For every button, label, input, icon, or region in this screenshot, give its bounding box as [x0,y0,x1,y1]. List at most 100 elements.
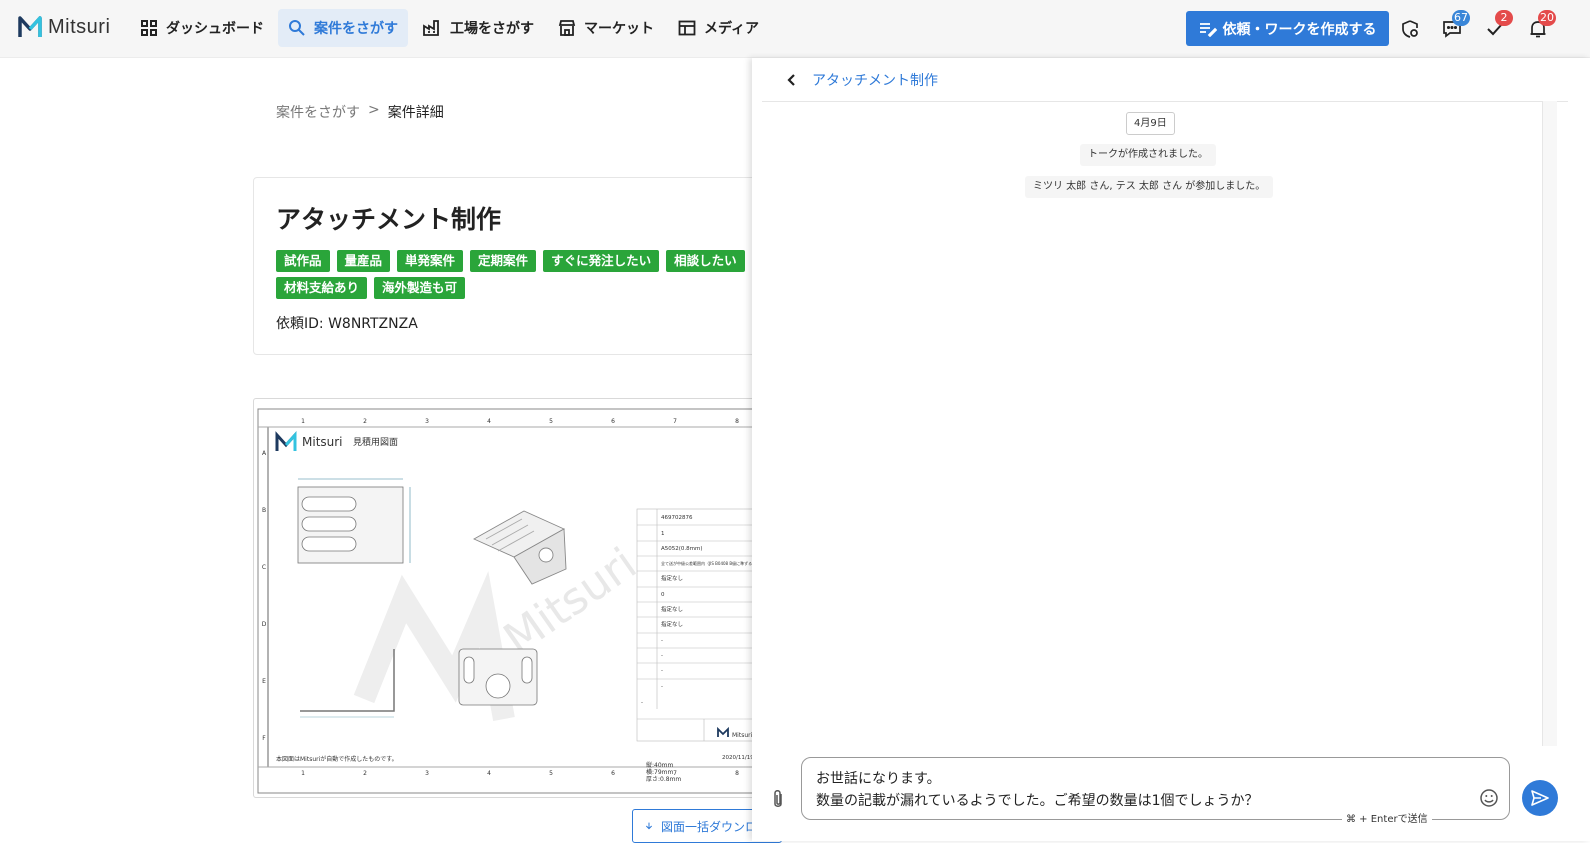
chat-panel: アタッチメント制作 4月9日 トークが作成されました。 ミツリ 太郎 さん, テ… [752,58,1590,841]
col-label-6: 6 [611,418,615,425]
create-request-button[interactable]: 依頼・ワークを作成する [1186,11,1389,46]
tag-prototype: 試作品 [276,250,330,272]
search-icon [289,20,305,36]
col-label-8: 8 [735,418,739,425]
col-label-2-bottom: 2 [363,770,367,777]
tb-value-2: A5052(0.8mm) [661,546,703,552]
bottom-view [458,648,538,706]
nav-find-projects-label: 案件をさがす [314,21,398,37]
paperclip-icon[interactable] [771,788,791,810]
project-title: アタッチメント制作 [276,205,502,234]
tag-material-supplied: 材料支給あり [276,277,368,299]
system-message-joined: ミツリ 太郎 さん, テス 太郎 さん が参加しました。 [1025,176,1274,198]
store-icon [558,20,576,36]
row-label-b: B [262,507,266,514]
tb-value-6: 指定なし [661,605,683,613]
breadcrumb-current: 案件詳細 [387,105,444,121]
drawing-mitsuri-logo: Mitsuri 見積用図面 [275,431,398,451]
breadcrumb-separator: > [368,102,380,118]
main-nav: ダッシュボード 案件をさがす 工場をさがす マーケット メディア [130,9,773,47]
col-label-6-bottom: 6 [611,770,615,777]
breadcrumb-parent-link[interactable]: 案件をさがす [276,102,360,122]
mitsuri-logo-icon [18,16,42,37]
row-label-d: D [262,621,267,628]
project-tags: 試作品 量産品 単発案件 定期案件 すぐに発注したい 相談したい 材料支給あり … [276,250,766,304]
bell-icon[interactable]: 20 [1527,10,1556,40]
dims-width: 横:79mm [646,768,674,776]
col-label-3-bottom: 3 [425,770,429,777]
col-label-5-bottom: 5 [549,770,553,777]
chat-header: アタッチメント制作 [762,58,1568,102]
tb-value-9: - [661,653,663,659]
edit-list-icon [1199,22,1217,37]
drawing-heading: 見積用図面 [353,436,398,448]
tag-overseas-ok: 海外製造も可 [374,277,466,299]
nav-media[interactable]: メディア [668,9,769,47]
emoji-icon[interactable] [1479,788,1499,808]
row-label-c: C [262,564,266,571]
chat-title-link[interactable]: アタッチメント制作 [812,70,938,90]
tb-date: 2020/11/19 [722,755,754,761]
drawing-preview[interactable]: 1 2 3 4 5 6 7 8 1 2 3 4 5 6 7 8 A B C D … [253,398,773,798]
nav-media-label: メディア [704,21,760,37]
nav-dashboard-label: ダッシュボード [166,21,264,37]
factory-icon [423,20,439,36]
app-name: Mitsuri [48,15,111,38]
nav-find-projects[interactable]: 案件をさがす [278,9,408,47]
tb-value-8: - [661,638,663,644]
send-button[interactable] [1522,780,1558,816]
row-label-a: A [262,450,267,457]
drawing-logo-text: Mitsuri [302,435,343,449]
tag-order-now: すぐに発注したい [543,250,660,272]
system-message-created: トークが作成されました。 [1080,144,1216,166]
tb-value-1: 1 [661,531,665,537]
tb-value-7: 指定なし [661,620,683,628]
tb-value-12: - [641,700,643,706]
technical-drawing: 1 2 3 4 5 6 7 8 1 2 3 4 5 6 7 8 A B C D … [257,408,772,794]
dims-height: 縦:40mm [646,761,674,769]
tag-one-off: 単発案件 [397,250,464,272]
tb-value-5: 0 [661,592,665,598]
request-id: 依頼ID: W8NRTZNZA [276,316,418,332]
breadcrumb: 案件をさがす > 案件詳細 [276,102,444,122]
nav-find-factories[interactable]: 工場をさがす [412,9,544,47]
col-label-1: 1 [301,418,305,425]
tb-stamp-logo: Mitsuri [732,732,753,739]
top-header: Mitsuri ダッシュボード 案件をさがす 工場をさがす マーケット メディア… [0,0,1590,58]
chat-scrollbar[interactable] [1542,101,1557,746]
nav-market[interactable]: マーケット [548,9,664,47]
nav-dashboard[interactable]: ダッシュボード [130,9,274,47]
tb-value-10: - [661,668,663,674]
tag-recurring: 定期案件 [470,250,537,272]
chat-date-divider: 4月9日 [1126,112,1175,135]
tag-mass-production: 量産品 [336,250,391,272]
col-label-7: 7 [673,418,677,425]
col-label-8-bottom: 8 [735,770,739,777]
back-chevron-icon[interactable] [780,69,802,91]
col-label-2: 2 [363,418,367,425]
message-draft-line-2: 数量の記載が漏れているようでした。ご希望の数量は1個でしょうか？ [816,793,1259,809]
mitsuri-logo[interactable]: Mitsuri [18,15,110,39]
tb-stamp: Mitsuri [717,726,753,739]
messages-badge: 67 [1452,10,1470,26]
send-shortcut-hint: ⌘ + Enterで送信 [1342,810,1432,825]
favorites-icon[interactable] [1399,18,1421,40]
tasks-check-icon[interactable]: 2 [1484,10,1513,40]
download-icon [645,822,653,830]
drawing-footer-note: 本図面はMitsuriが自動で作成したものです。 [276,755,398,763]
col-label-1-bottom: 1 [301,770,305,777]
tb-value-3: 全て送が中級公差範囲内（JIS B0408 B級に準ずる [661,560,752,566]
tasks-badge: 2 [1495,10,1513,26]
project-summary-card: アタッチメント制作 試作品 量産品 単発案件 定期案件 すぐに発注したい 相談し… [253,177,773,355]
col-label-3: 3 [425,418,429,425]
row-label-f: F [262,735,266,742]
col-label-4-bottom: 4 [487,770,491,777]
create-request-label: 依頼・ワークを作成する [1222,21,1377,38]
nav-market-label: マーケット [584,21,654,37]
front-view [297,478,411,564]
grid-icon [141,20,157,36]
message-draft: お世話になります。 数量の記載が漏れているようでした。ご希望の数量は1個でしょう… [816,768,1259,812]
row-label-e: E [262,678,266,685]
messages-icon[interactable]: 67 [1441,10,1470,40]
notifications-badge: 20 [1538,10,1556,26]
